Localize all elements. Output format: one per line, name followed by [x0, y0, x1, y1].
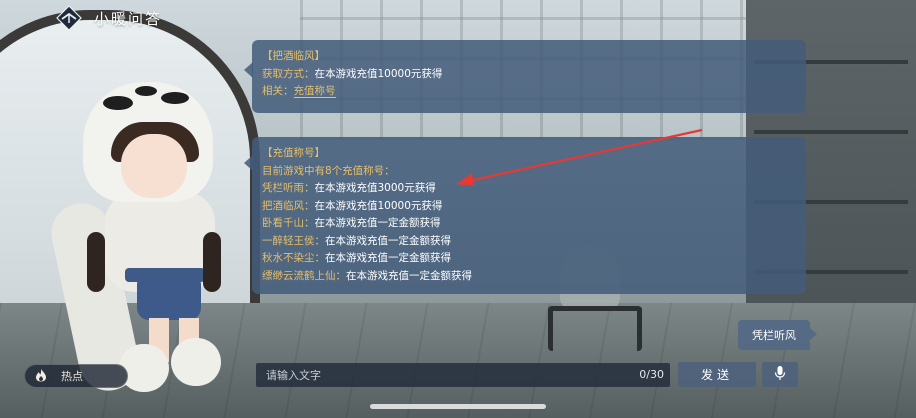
title-name: 秋水不染尘： — [262, 252, 325, 264]
stool — [548, 306, 642, 351]
assistant-character — [45, 82, 235, 398]
red-annotation-arrow-icon — [456, 128, 703, 186]
hot-topics-label: 热点 — [61, 370, 83, 383]
page-title: 小暖问答 — [94, 9, 163, 28]
char-counter: 0/30 — [639, 368, 664, 381]
flame-icon — [35, 368, 47, 385]
title-requirement: 在本游戏充值一定金额获得 — [346, 269, 472, 282]
microphone-icon — [774, 365, 786, 385]
title-requirement: 在本游戏充值10000元获得 — [314, 199, 443, 212]
list-item: 把酒临风：在本游戏充值10000元获得 — [262, 198, 796, 216]
list-item: 卧看千山：在本游戏充值一定金额获得 — [262, 215, 796, 233]
related-line: 相关：充值称号 — [262, 83, 796, 101]
bubble-heading: 【把酒临风】 — [262, 50, 325, 62]
acquire-method-label: 获取方式： — [262, 67, 315, 80]
home-indicator — [370, 404, 546, 409]
title-name: 把酒临风： — [262, 199, 315, 212]
answer-bubble-title-detail: 【把酒临风】 获取方式：在本游戏充值10000元获得 相关：充值称号 — [244, 40, 806, 113]
question-input[interactable] — [256, 363, 616, 387]
title-requirement: 在本游戏充值3000元获得 — [314, 182, 436, 194]
title-name: 缥缈云流鹤上仙： — [262, 269, 346, 282]
list-item: 缥缈云流鹤上仙：在本游戏充值一定金额获得 — [262, 268, 796, 286]
diamond-arrow-logo-icon[interactable] — [56, 5, 82, 31]
list-item: 秋水不染尘：在本游戏充值一定金额获得 — [262, 250, 796, 268]
acquire-method-value: 在本游戏充值10000元获得 — [314, 67, 443, 80]
related-link-recharge-titles[interactable]: 充值称号 — [293, 85, 336, 98]
microphone-button[interactable] — [762, 362, 798, 387]
character-face — [121, 134, 187, 198]
header: 小暖问答 — [56, 4, 162, 32]
question-input-area: 0/30 — [256, 363, 670, 387]
related-label: 相关： — [262, 85, 294, 97]
title-name: 一醉轻王侯： — [262, 234, 325, 247]
list-item: 一醉轻王侯：在本游戏充值一定金额获得 — [262, 233, 796, 251]
title-requirement: 在本游戏充值一定金额获得 — [314, 217, 441, 229]
title-requirement: 在本游戏充值一定金额获得 — [325, 234, 451, 247]
title-name: 卧看千山： — [262, 217, 315, 229]
title-name: 凭栏听雨： — [262, 182, 315, 194]
title-requirement: 在本游戏充值一定金额获得 — [325, 252, 451, 264]
acquire-method-line: 获取方式：在本游戏充值10000元获得 — [262, 66, 796, 84]
hot-topics-button[interactable]: 热点 — [24, 364, 128, 388]
quick-reply-chip[interactable]: 凭栏听风 — [738, 320, 817, 350]
send-button[interactable]: 发送 — [678, 362, 756, 387]
